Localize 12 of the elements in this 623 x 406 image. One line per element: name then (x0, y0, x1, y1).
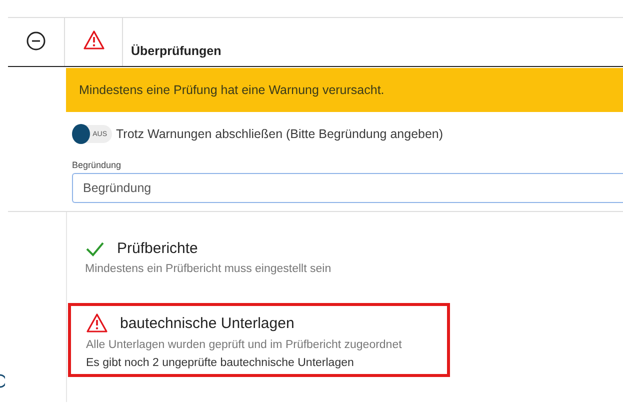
check-message: Es gibt noch 2 ungeprüfte bautechnische Unterlagen (86, 357, 355, 369)
collapse-button[interactable] (26, 31, 46, 51)
check-title: Prüfberichte (117, 240, 198, 257)
check-message: Alle Unterlagen wurden geprüft und im Prüfbericht zugeordnet (86, 339, 403, 351)
warning-banner: Mindestens eine Prüfung hat eine Warnung verursacht. (66, 68, 623, 112)
field-label: Begründung (72, 160, 122, 170)
check-message: Mindestens ein Prüfbericht muss eingestellt sein (85, 263, 332, 275)
section-title: Überprüfungen (131, 44, 222, 58)
warning-icon (82, 30, 104, 50)
toggle-label: Trotz Warnungen abschließen (Bitte Begründung angeben) (116, 127, 444, 141)
check-title: bautechnische Unterlagen (120, 314, 294, 332)
reason-field[interactable]: Begründung (72, 173, 623, 203)
